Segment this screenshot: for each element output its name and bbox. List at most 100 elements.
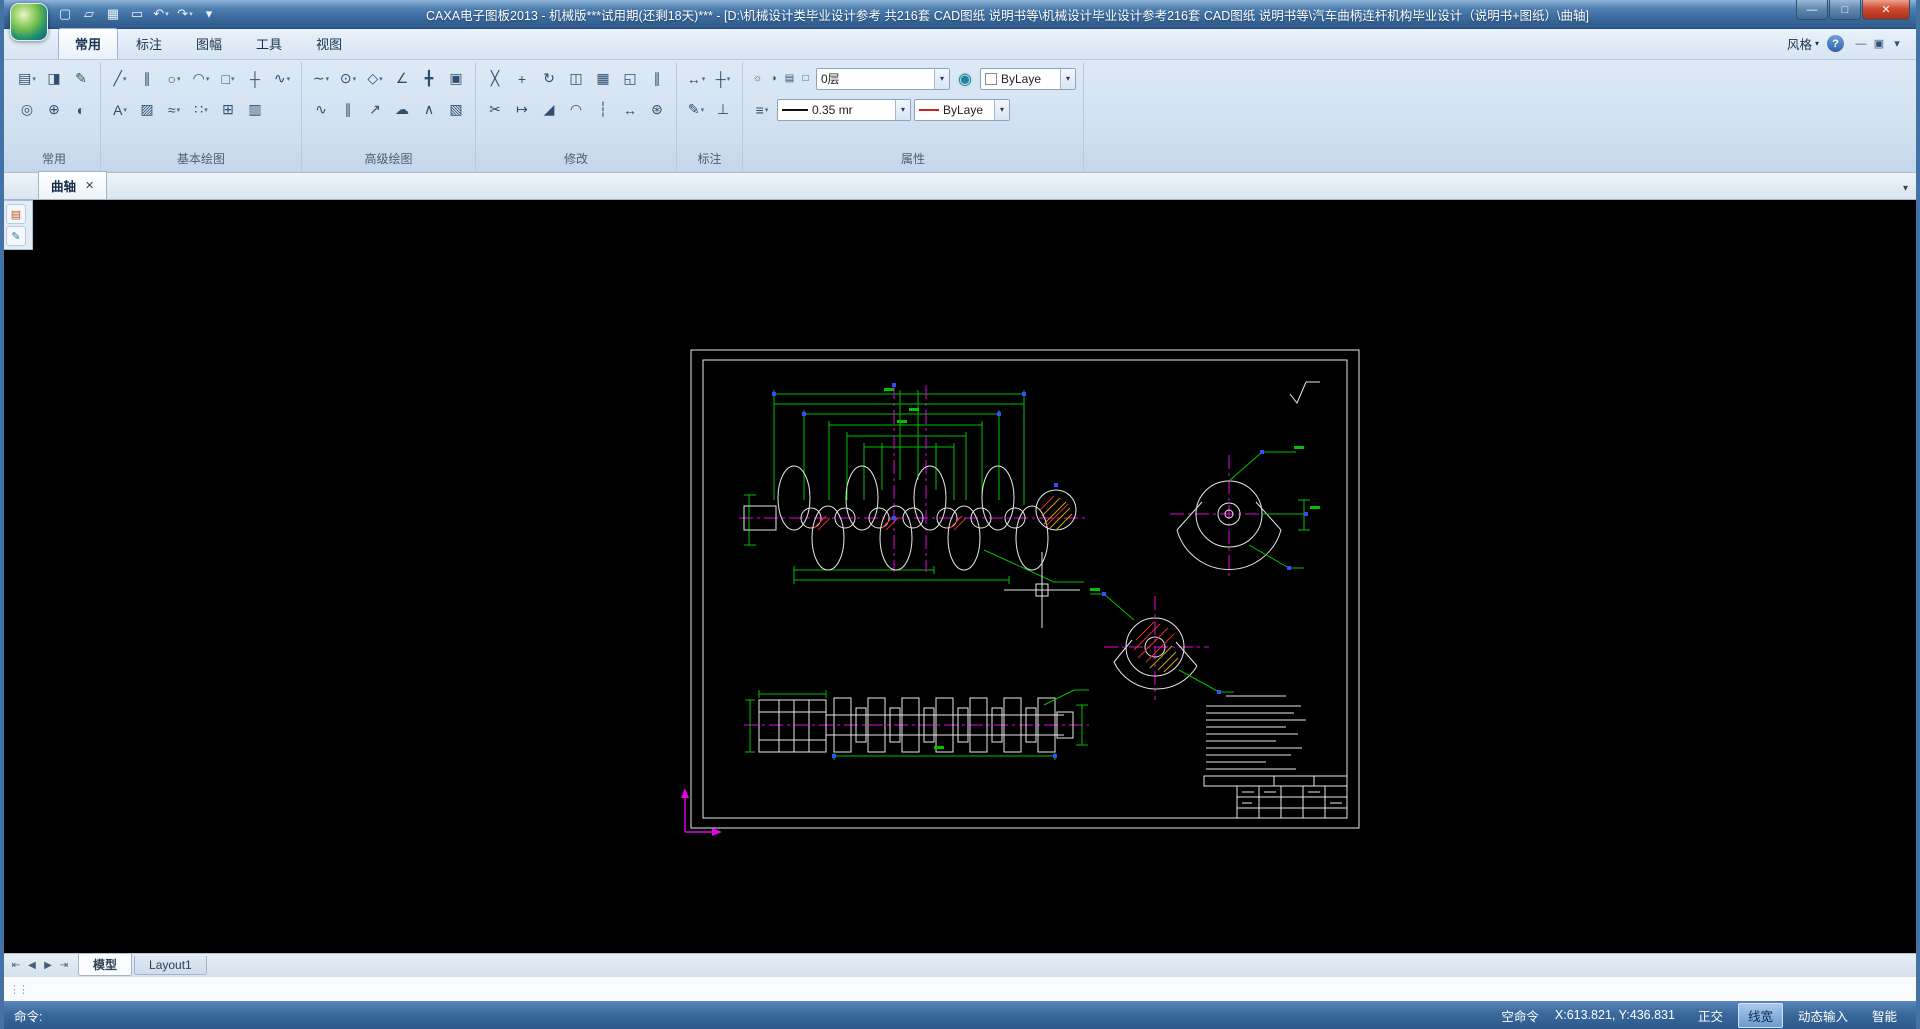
fillet-icon[interactable]: ◠ <box>564 98 588 122</box>
save-icon[interactable]: ▦ <box>102 4 124 24</box>
toggle-ortho[interactable]: 正交 <box>1689 1004 1732 1027</box>
palette-properties-icon[interactable]: ▤ <box>6 204 26 224</box>
axis-icon[interactable]: ╋ <box>417 67 441 91</box>
text-icon[interactable]: A ▾ <box>108 98 132 122</box>
sheet-tab-model[interactable]: 模型 <box>78 954 133 976</box>
tab-list-chevron-icon[interactable]: ▾ <box>1903 183 1908 194</box>
toggle-smart-snap[interactable]: 智能 <box>1863 1004 1906 1027</box>
table-icon[interactable]: ▥ <box>243 98 267 122</box>
centerline-icon[interactable]: ┼ <box>243 67 267 91</box>
angle-line-icon[interactable]: ∠ <box>390 67 414 91</box>
wave-line-icon[interactable]: ∿ <box>309 98 333 122</box>
ribbon-right-controls: 风格 ▾ ? — ▣ ▾ <box>1787 34 1906 53</box>
redo-icon[interactable]: ↷ ▾ <box>174 4 196 24</box>
app-window: ▢ ▱ ▦ ▭ ↶ ▾ ↷ ▾ ▾ CAXA电子图板2013 - 机械版***试用期(还剩18天… <box>0 0 1920 1029</box>
arc-icon[interactable]: ◠ ▾ <box>189 67 213 91</box>
toggle-dynamic-input[interactable]: 动态输入 <box>1789 1004 1857 1027</box>
array-icon[interactable]: ▦ <box>591 67 615 91</box>
minimize-button[interactable]: — <box>1796 0 1828 20</box>
open-file-icon[interactable]: ▱ <box>78 4 100 24</box>
drawing-canvas[interactable]: ▤ ✎ <box>4 200 1916 953</box>
arrow-icon[interactable]: ↗ <box>363 98 387 122</box>
ribbon-minimize-icon[interactable]: — <box>1852 36 1870 52</box>
new-file-icon[interactable]: ▢ <box>54 4 76 24</box>
double-line-icon[interactable]: ∥ <box>336 98 360 122</box>
app-logo-icon[interactable] <box>10 3 48 41</box>
polyline-icon[interactable]: ∿ ▾ <box>270 67 294 91</box>
spline-curve-icon[interactable]: ∼ ▾ <box>309 67 333 91</box>
toggle-linewidth[interactable]: 线宽 <box>1737 1002 1783 1028</box>
palette-library-icon[interactable]: ✎ <box>6 226 26 246</box>
stretch-icon[interactable]: ↔ <box>618 98 642 122</box>
explode-icon[interactable]: ⊛ <box>645 98 669 122</box>
help-icon[interactable]: ? <box>1827 35 1844 52</box>
datum-icon[interactable]: ⊥ <box>711 98 735 122</box>
first-sheet-icon[interactable]: ⇤ <box>8 957 24 973</box>
style-dropdown[interactable]: 风格 ▾ <box>1787 34 1819 53</box>
layer-select[interactable]: 0层 ▾ <box>816 67 950 90</box>
rotate-icon[interactable]: ↻ <box>537 67 561 91</box>
document-tab-quzhou[interactable]: 曲轴 ✕ <box>38 171 108 199</box>
qat-menu-icon[interactable]: ▾ <box>198 4 220 24</box>
parallel-line-icon[interactable]: ∥ <box>135 67 159 91</box>
block-icon[interactable]: ⊞ <box>216 98 240 122</box>
next-sheet-icon[interactable]: ▶ <box>40 957 56 973</box>
paste-icon[interactable]: ▤ ▾ <box>15 67 39 91</box>
undo-icon[interactable]: ↶ ▾ <box>150 4 172 24</box>
extend-icon[interactable]: ↦ <box>510 98 534 122</box>
color-picker-icon[interactable]: ◉ <box>953 67 977 91</box>
tab-common[interactable]: 常用 <box>58 28 119 59</box>
hatch-icon[interactable]: ▨ <box>135 98 159 122</box>
layer-on-icon[interactable]: ☼ <box>750 71 765 87</box>
tab-annotation[interactable]: 标注 <box>120 29 178 59</box>
break-icon[interactable]: ┆ <box>591 98 615 122</box>
ole-object-icon[interactable]: ▣ <box>444 67 468 91</box>
redraw-icon[interactable]: ◐ <box>69 98 93 122</box>
offset-icon[interactable]: ∥ <box>645 67 669 91</box>
tab-tools[interactable]: 工具 <box>240 29 298 59</box>
close-button[interactable]: ✕ <box>1862 0 1910 20</box>
mirror-icon[interactable]: ◫ <box>564 67 588 91</box>
adv-hatch-icon[interactable]: ▧ <box>444 98 468 122</box>
line-icon[interactable]: ╱ ▾ <box>108 67 132 91</box>
copy-icon[interactable]: ◨ <box>42 67 66 91</box>
linewidth-select[interactable]: 0.35 mr ▾ <box>777 98 911 121</box>
zoom-icon[interactable]: ◎ <box>15 98 39 122</box>
last-sheet-icon[interactable]: ⇥ <box>56 957 72 973</box>
pan-icon[interactable]: ⊕ <box>42 98 66 122</box>
layer-freeze-icon[interactable]: ◑ <box>766 71 781 87</box>
revision-cloud-icon[interactable]: ☁ <box>390 98 414 122</box>
layer-plot-icon[interactable]: □ <box>798 71 813 87</box>
trim-icon[interactable]: ✂ <box>483 98 507 122</box>
dim-style-icon[interactable]: ✎ ▾ <box>684 98 708 122</box>
prev-sheet-icon[interactable]: ◀ <box>24 957 40 973</box>
dimension-icon[interactable]: ↔ ▾ <box>684 67 708 91</box>
cursor-coordinates: X:613.821, Y:436.831 <box>1554 1008 1675 1022</box>
tab-view[interactable]: 视图 <box>300 29 358 59</box>
format-painter-icon[interactable]: ✎ <box>69 67 93 91</box>
ribbon-window-icon[interactable]: ▣ <box>1870 35 1888 51</box>
scale-icon[interactable]: ◱ <box>618 67 642 91</box>
linetype-select[interactable]: ByLaye ▾ <box>914 98 1010 121</box>
ellipse-icon[interactable]: ⊙ ▾ <box>336 67 360 91</box>
chamfer-icon[interactable]: ◢ <box>537 98 561 122</box>
layer-lock-icon[interactable]: ▤ <box>782 71 797 87</box>
point-icon[interactable]: ∷ ▾ <box>189 98 213 122</box>
command-input-area[interactable] <box>4 976 1916 1001</box>
rectangle-icon[interactable]: □ ▾ <box>216 67 240 91</box>
document-close-icon[interactable]: ✕ <box>85 179 94 192</box>
erase-icon[interactable]: ╳ <box>483 67 507 91</box>
maximize-button[interactable]: □ <box>1829 0 1861 20</box>
sheet-tab-layout1[interactable]: Layout1 <box>134 955 207 975</box>
circle-icon[interactable]: ○ ▾ <box>162 67 186 91</box>
linetype-manager-icon[interactable]: ≡ ▾ <box>750 98 774 122</box>
color-select[interactable]: ByLaye ▾ <box>980 67 1076 90</box>
move-icon[interactable]: + <box>510 67 534 91</box>
polygon-icon[interactable]: ◇ ▾ <box>363 67 387 91</box>
coordinate-dim-icon[interactable]: ┼ ▾ <box>711 67 735 91</box>
tab-sheet[interactable]: 图幅 <box>180 29 238 59</box>
print-icon[interactable]: ▭ <box>126 4 148 24</box>
spline-icon[interactable]: ≈ ▾ <box>162 98 186 122</box>
ribbon-options-icon[interactable]: ▾ <box>1888 35 1906 51</box>
zigzag-icon[interactable]: ∧ <box>417 98 441 122</box>
